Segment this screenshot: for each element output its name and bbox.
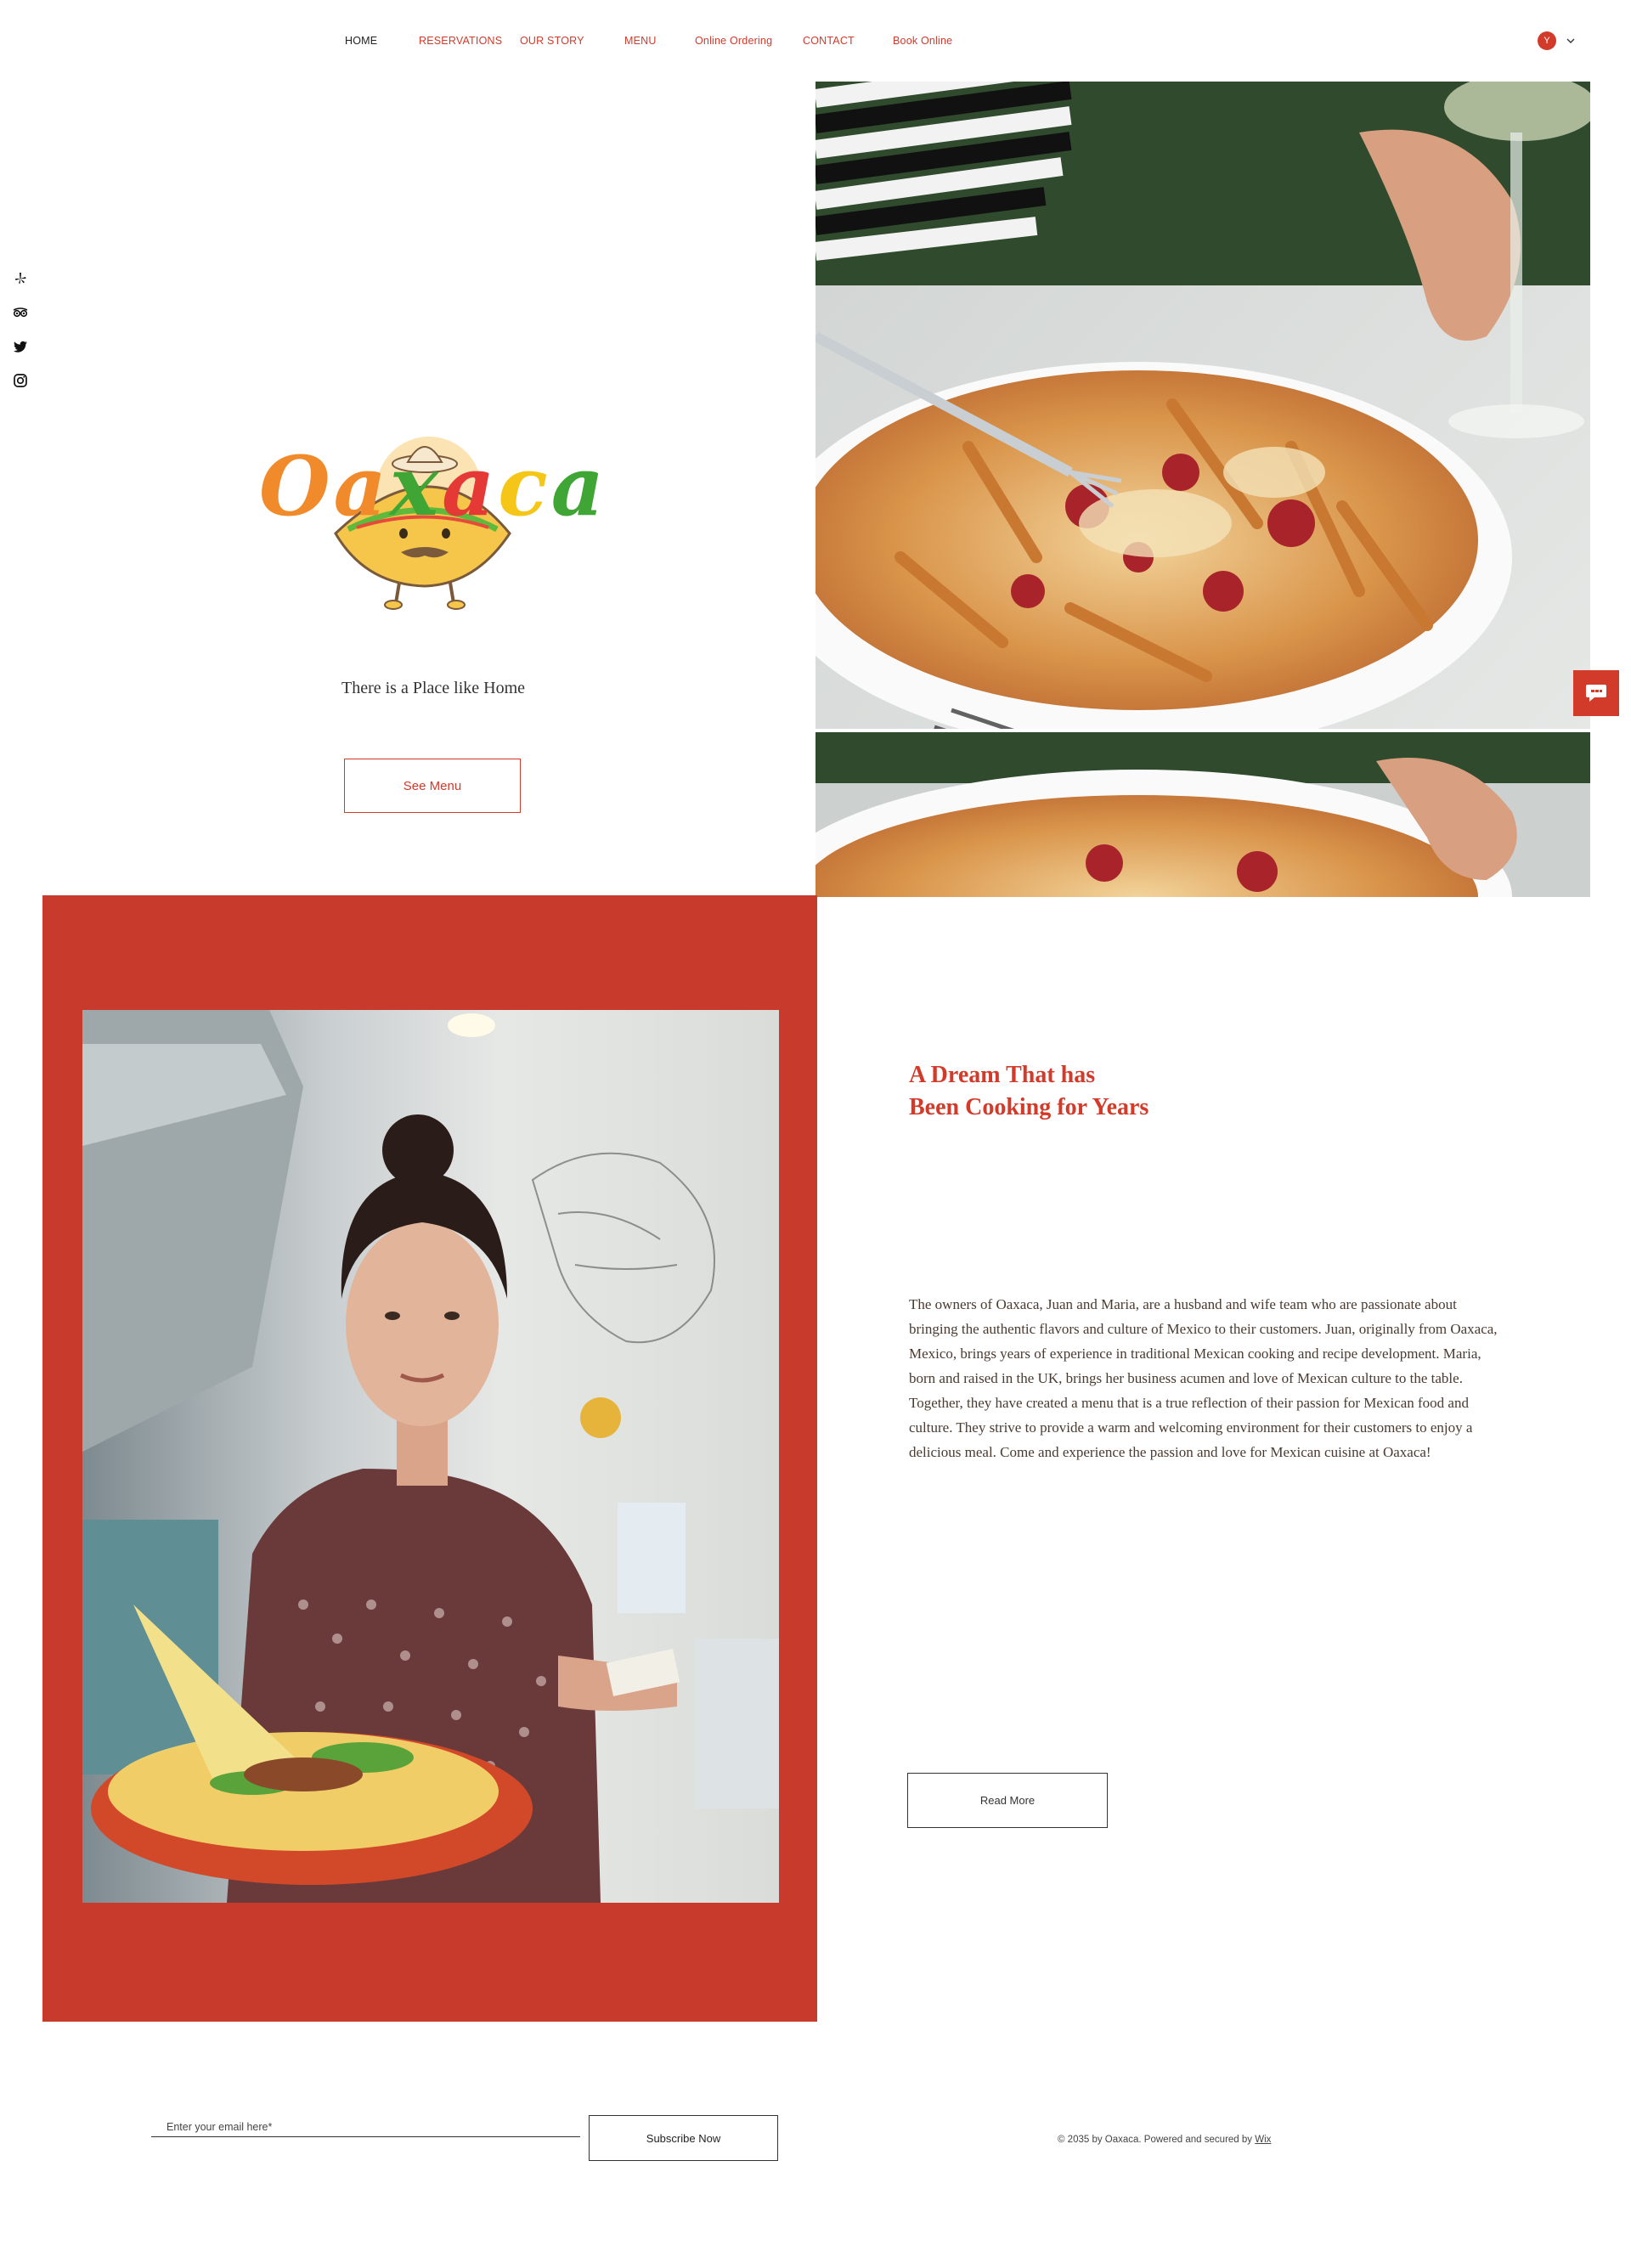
email-field-wrapper [151, 2117, 580, 2137]
nav-book-online[interactable]: Book Online [893, 31, 952, 51]
story-title: A Dream That has Been Cooking for Years [909, 1059, 1334, 1124]
brand-wordmark: Oaxaca [255, 440, 612, 533]
story-title-line: Been Cooking for Years [909, 1094, 1149, 1120]
hero-food-photo [816, 82, 1590, 897]
story-title-line: A Dream That has [909, 1062, 1096, 1088]
brand-letter: O [259, 438, 334, 534]
brand-letter: x [389, 438, 443, 534]
brand-letter: a [442, 438, 499, 534]
chat-icon [1586, 685, 1606, 702]
copyright-text: © 2035 by Oaxaca. Powered and secured by… [1058, 2135, 1414, 2145]
nav-our-story[interactable]: OUR STORY [520, 31, 584, 51]
chevron-down-icon[interactable] [1565, 35, 1577, 47]
avatar[interactable]: Y [1538, 31, 1556, 50]
read-more-button[interactable]: Read More [907, 1773, 1108, 1828]
nav-online-ordering[interactable]: Online Ordering [695, 31, 772, 51]
nav-menu[interactable]: MENU [624, 31, 657, 51]
copyright-label: © 2035 by Oaxaca. Powered and secured by [1058, 2135, 1256, 2145]
email-input[interactable] [151, 2117, 580, 2136]
nav-reservations[interactable]: RESERVATIONS [419, 31, 502, 51]
brand-letter: c [498, 438, 551, 534]
hero-tagline: There is a Place like Home [341, 679, 526, 697]
nav-contact[interactable]: CONTACT [803, 31, 855, 51]
brand-logo: Oaxaca [255, 406, 612, 610]
account-menu[interactable]: Y [1538, 31, 1577, 51]
brand-letter: a [550, 438, 607, 534]
see-menu-button[interactable]: See Menu [344, 759, 521, 813]
chef-photo [82, 1010, 779, 1903]
wix-link[interactable]: Wix [1255, 2135, 1271, 2145]
brand-letter: a [333, 438, 390, 534]
nav-home[interactable]: HOME [345, 31, 377, 51]
story-body: The owners of Oaxaca, Juan and Maria, ar… [909, 1296, 1498, 1460]
chat-button[interactable] [1573, 670, 1619, 716]
subscribe-button[interactable]: Subscribe Now [589, 2115, 778, 2161]
